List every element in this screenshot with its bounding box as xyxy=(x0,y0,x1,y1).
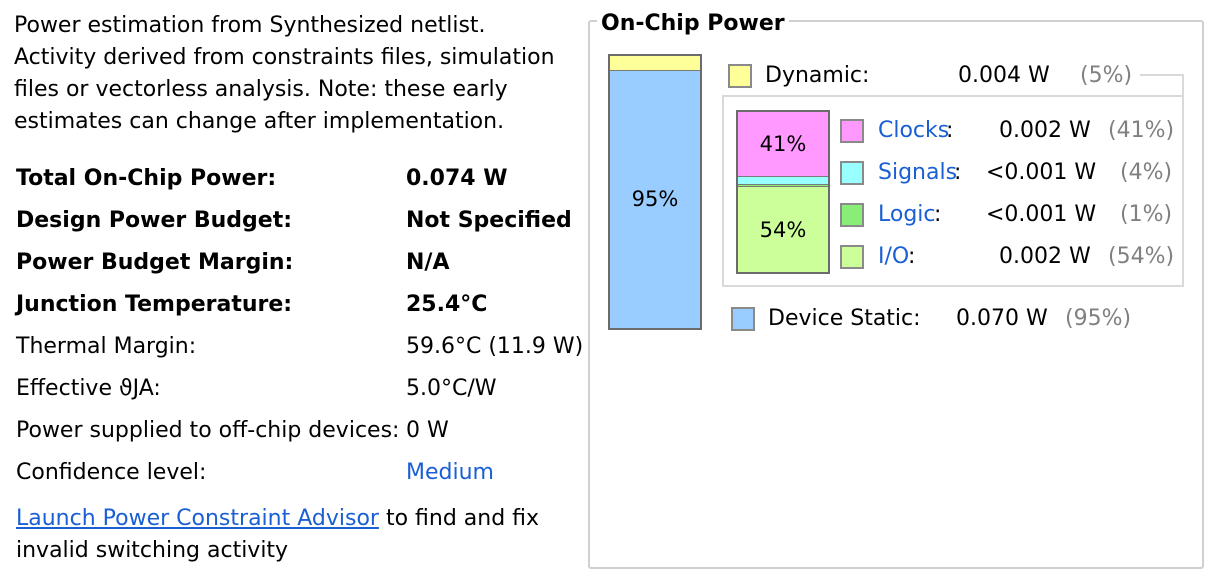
bar-segment-clocks: 41% xyxy=(738,112,828,177)
summary-value: N/A xyxy=(406,250,450,275)
summary-value: 25.4°C xyxy=(406,292,488,317)
clocks-link[interactable]: Clocks xyxy=(878,115,949,147)
total-power-bar: 95% xyxy=(608,54,702,330)
summary-value: 0.074 W xyxy=(406,166,508,191)
signals-link[interactable]: Signals xyxy=(878,157,957,189)
summary-label: Total On-Chip Power: xyxy=(16,166,277,191)
legend-percent: (95%) xyxy=(1065,306,1132,331)
legend-percent: (4%) xyxy=(1120,160,1173,185)
segment-percent-label: 41% xyxy=(759,132,807,157)
summary-label: Junction Temperature: xyxy=(16,292,293,317)
bar-segment-signals xyxy=(738,176,828,184)
legend-value: 0.002 W xyxy=(999,118,1091,143)
bar-segment-i-o: 54% xyxy=(738,186,828,272)
legend-value: 0.070 W xyxy=(956,306,1048,331)
summary-label: Power supplied to off-chip devices: xyxy=(16,418,400,443)
logic-link[interactable]: Logic xyxy=(878,199,936,231)
legend-percent: (41%) xyxy=(1108,118,1175,143)
legend-colon: : xyxy=(908,244,916,269)
segment-percent-label: 95% xyxy=(631,187,679,212)
legend-label: Dynamic: xyxy=(765,63,870,88)
legend-colon: : xyxy=(946,118,954,143)
legend-percent: (54%) xyxy=(1108,244,1175,269)
clocks-swatch xyxy=(840,119,864,143)
legend-value: 0.002 W xyxy=(999,244,1091,269)
legend-label: Device Static: xyxy=(768,306,921,331)
io-link[interactable]: I/O xyxy=(878,241,909,273)
device-static-swatch xyxy=(731,307,755,331)
summary-label: Design Power Budget: xyxy=(16,208,293,233)
summary-value: 59.6°C (11.9 W) xyxy=(406,334,584,359)
summary-label: Confidence level: xyxy=(16,460,207,485)
summary-value: 5.0°C/W xyxy=(406,376,497,401)
bracket-connector xyxy=(1140,74,1184,76)
power-description: Power estimation from Synthesized netlis… xyxy=(14,13,555,134)
legend-value: <0.001 W xyxy=(986,160,1097,185)
io-swatch xyxy=(840,245,864,269)
bar-segment-device-static: 95% xyxy=(610,69,700,328)
legend-value: <0.001 W xyxy=(986,202,1097,227)
summary-value: 0 W xyxy=(406,418,449,443)
launch-power-constraint-advisor-link[interactable]: Launch Power Constraint Advisor xyxy=(16,506,379,531)
dynamic-swatch xyxy=(728,64,752,88)
summary-label: Power Budget Margin: xyxy=(16,250,294,275)
segment-percent-label: 54% xyxy=(759,217,807,242)
legend-percent: (5%) xyxy=(1080,63,1133,88)
summary-label: Effective ϑJA: xyxy=(16,376,161,401)
bar-segment-dynamic xyxy=(610,56,700,70)
signals-swatch xyxy=(840,161,864,185)
confidence-level-link[interactable]: Medium xyxy=(406,452,494,494)
advisor-text: Launch Power Constraint Advisor to find … xyxy=(16,503,576,567)
bracket-connector xyxy=(1182,74,1184,98)
summary-value: Not Specified xyxy=(406,208,572,233)
legend-percent: (1%) xyxy=(1120,202,1173,227)
summary-label: Thermal Margin: xyxy=(16,334,197,359)
logic-swatch xyxy=(840,203,864,227)
legend-value: 0.004 W xyxy=(958,63,1050,88)
panel-title: On-Chip Power xyxy=(597,8,789,40)
legend-colon: : xyxy=(954,160,962,185)
legend-colon: : xyxy=(934,202,942,227)
dynamic-power-bar: 41% 54% xyxy=(736,110,830,274)
